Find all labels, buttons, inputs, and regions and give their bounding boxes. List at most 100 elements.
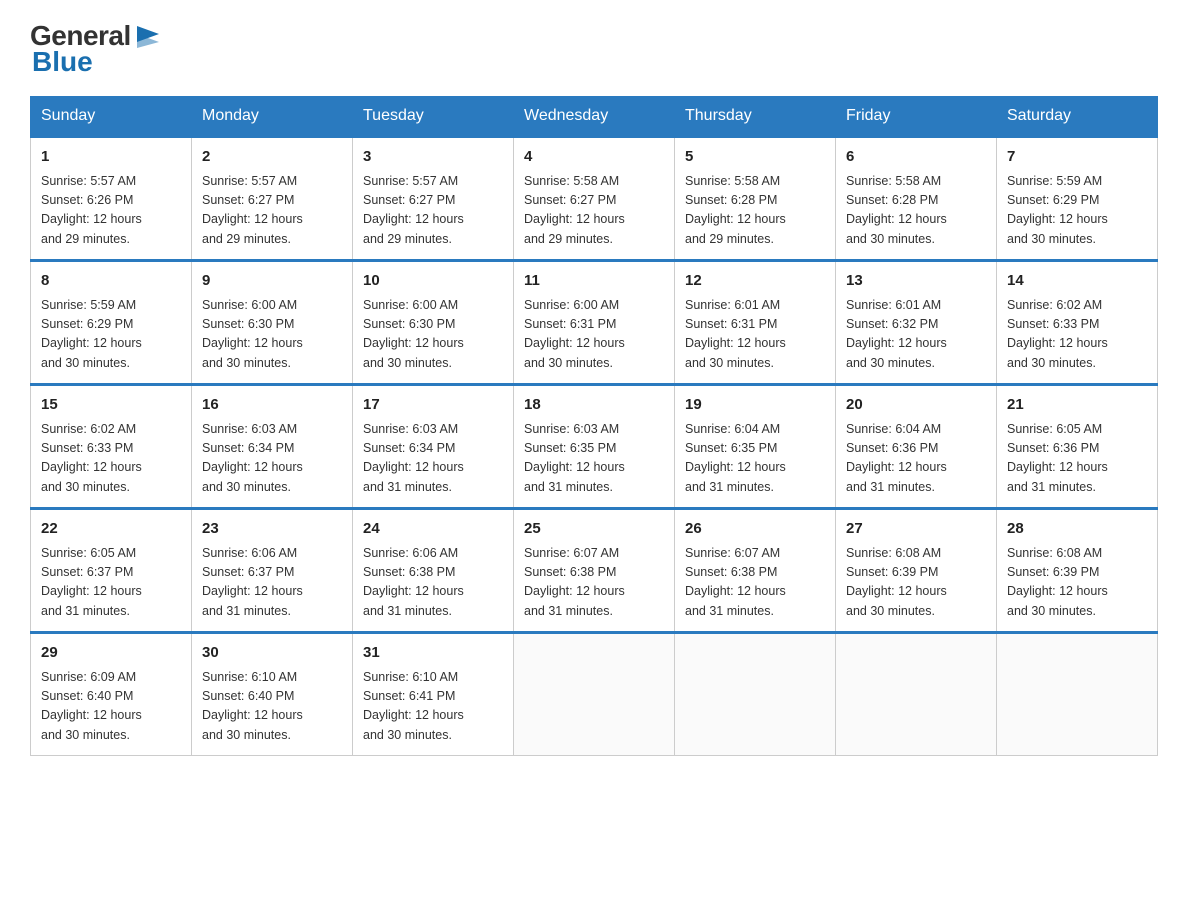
calendar-day-cell: 1Sunrise: 5:57 AMSunset: 6:26 PMDaylight…: [31, 137, 192, 261]
day-number: 22: [41, 518, 183, 541]
day-number: 20: [846, 394, 988, 417]
calendar-day-cell: 4Sunrise: 5:58 AMSunset: 6:27 PMDaylight…: [514, 137, 675, 261]
day-info: Sunrise: 6:01 AMSunset: 6:31 PMDaylight:…: [685, 296, 827, 374]
calendar-day-cell: 31 Sunrise: 6:10 AMSunset: 6:41 PMDayligh…: [353, 633, 514, 756]
logo-flag-icon: [133, 24, 161, 48]
logo: General Blue: [30, 20, 163, 78]
weekday-header-wednesday: Wednesday: [514, 97, 675, 137]
day-number: 13: [846, 270, 988, 293]
day-info: Sunrise: 6:00 AMSunset: 6:30 PMDaylight:…: [363, 296, 505, 374]
day-info: Sunrise: 6:04 AMSunset: 6:35 PMDaylight:…: [685, 420, 827, 498]
day-number: 24: [363, 518, 505, 541]
day-info: Sunrise: 6:06 AMSunset: 6:38 PMDaylight:…: [363, 544, 505, 622]
day-info: Sunrise: 6:10 AMSunset: 6:40 PMDaylight:…: [202, 668, 344, 746]
calendar-day-cell: 26 Sunrise: 6:07 AMSunset: 6:38 PMDayligh…: [675, 509, 836, 633]
calendar-day-cell: 30 Sunrise: 6:10 AMSunset: 6:40 PMDayligh…: [192, 633, 353, 756]
day-number: 25: [524, 518, 666, 541]
calendar-day-cell: 20 Sunrise: 6:04 AMSunset: 6:36 PMDayligh…: [836, 385, 997, 509]
page-header: General Blue: [30, 20, 1158, 78]
day-info: Sunrise: 5:57 AMSunset: 6:27 PMDaylight:…: [202, 172, 344, 250]
weekday-header-row: SundayMondayTuesdayWednesdayThursdayFrid…: [31, 97, 1158, 137]
day-info: Sunrise: 6:07 AMSunset: 6:38 PMDaylight:…: [524, 544, 666, 622]
calendar-day-cell: [675, 633, 836, 756]
day-number: 18: [524, 394, 666, 417]
day-number: 21: [1007, 394, 1149, 417]
weekday-header-sunday: Sunday: [31, 97, 192, 137]
day-number: 19: [685, 394, 827, 417]
day-info: Sunrise: 6:04 AMSunset: 6:36 PMDaylight:…: [846, 420, 988, 498]
day-info: Sunrise: 6:05 AMSunset: 6:37 PMDaylight:…: [41, 544, 183, 622]
calendar-day-cell: 19 Sunrise: 6:04 AMSunset: 6:35 PMDayligh…: [675, 385, 836, 509]
calendar-week-row: 22 Sunrise: 6:05 AMSunset: 6:37 PMDayligh…: [31, 509, 1158, 633]
day-number: 12: [685, 270, 827, 293]
day-info: Sunrise: 6:00 AMSunset: 6:30 PMDaylight:…: [202, 296, 344, 374]
day-number: 4: [524, 146, 666, 169]
day-number: 5: [685, 146, 827, 169]
calendar-day-cell: [836, 633, 997, 756]
weekday-header-thursday: Thursday: [675, 97, 836, 137]
calendar-day-cell: 7Sunrise: 5:59 AMSunset: 6:29 PMDaylight…: [997, 137, 1158, 261]
day-number: 9: [202, 270, 344, 293]
day-info: Sunrise: 5:59 AMSunset: 6:29 PMDaylight:…: [41, 296, 183, 374]
calendar-day-cell: 25 Sunrise: 6:07 AMSunset: 6:38 PMDayligh…: [514, 509, 675, 633]
day-info: Sunrise: 6:07 AMSunset: 6:38 PMDaylight:…: [685, 544, 827, 622]
day-number: 30: [202, 642, 344, 665]
day-number: 2: [202, 146, 344, 169]
day-number: 8: [41, 270, 183, 293]
calendar-day-cell: 11 Sunrise: 6:00 AMSunset: 6:31 PMDayligh…: [514, 261, 675, 385]
day-info: Sunrise: 6:05 AMSunset: 6:36 PMDaylight:…: [1007, 420, 1149, 498]
calendar-day-cell: 16 Sunrise: 6:03 AMSunset: 6:34 PMDayligh…: [192, 385, 353, 509]
day-info: Sunrise: 6:02 AMSunset: 6:33 PMDaylight:…: [1007, 296, 1149, 374]
day-info: Sunrise: 6:09 AMSunset: 6:40 PMDaylight:…: [41, 668, 183, 746]
day-number: 28: [1007, 518, 1149, 541]
day-info: Sunrise: 6:02 AMSunset: 6:33 PMDaylight:…: [41, 420, 183, 498]
calendar-week-row: 1Sunrise: 5:57 AMSunset: 6:26 PMDaylight…: [31, 137, 1158, 261]
calendar-day-cell: 13 Sunrise: 6:01 AMSunset: 6:32 PMDayligh…: [836, 261, 997, 385]
day-number: 15: [41, 394, 183, 417]
day-number: 14: [1007, 270, 1149, 293]
day-number: 29: [41, 642, 183, 665]
day-info: Sunrise: 6:00 AMSunset: 6:31 PMDaylight:…: [524, 296, 666, 374]
day-info: Sunrise: 5:57 AMSunset: 6:26 PMDaylight:…: [41, 172, 183, 250]
day-info: Sunrise: 5:58 AMSunset: 6:28 PMDaylight:…: [846, 172, 988, 250]
day-info: Sunrise: 6:03 AMSunset: 6:34 PMDaylight:…: [363, 420, 505, 498]
day-info: Sunrise: 6:08 AMSunset: 6:39 PMDaylight:…: [1007, 544, 1149, 622]
day-number: 23: [202, 518, 344, 541]
calendar-day-cell: 21 Sunrise: 6:05 AMSunset: 6:36 PMDayligh…: [997, 385, 1158, 509]
calendar-day-cell: 14 Sunrise: 6:02 AMSunset: 6:33 PMDayligh…: [997, 261, 1158, 385]
day-info: Sunrise: 6:10 AMSunset: 6:41 PMDaylight:…: [363, 668, 505, 746]
calendar-day-cell: 6 Sunrise: 5:58 AMSunset: 6:28 PMDaylight…: [836, 137, 997, 261]
calendar-day-cell: 24 Sunrise: 6:06 AMSunset: 6:38 PMDayligh…: [353, 509, 514, 633]
day-number: 6: [846, 146, 988, 169]
calendar-day-cell: 17 Sunrise: 6:03 AMSunset: 6:34 PMDayligh…: [353, 385, 514, 509]
day-number: 17: [363, 394, 505, 417]
day-number: 26: [685, 518, 827, 541]
day-number: 11: [524, 270, 666, 293]
calendar-day-cell: 28 Sunrise: 6:08 AMSunset: 6:39 PMDayligh…: [997, 509, 1158, 633]
calendar-day-cell: 3Sunrise: 5:57 AMSunset: 6:27 PMDaylight…: [353, 137, 514, 261]
calendar-day-cell: 18Sunrise: 6:03 AMSunset: 6:35 PMDayligh…: [514, 385, 675, 509]
calendar-table: SundayMondayTuesdayWednesdayThursdayFrid…: [30, 96, 1158, 756]
calendar-day-cell: 15 Sunrise: 6:02 AMSunset: 6:33 PMDayligh…: [31, 385, 192, 509]
calendar-day-cell: [514, 633, 675, 756]
day-number: 16: [202, 394, 344, 417]
calendar-day-cell: 9 Sunrise: 6:00 AMSunset: 6:30 PMDaylight…: [192, 261, 353, 385]
day-info: Sunrise: 5:58 AMSunset: 6:28 PMDaylight:…: [685, 172, 827, 250]
day-info: Sunrise: 6:08 AMSunset: 6:39 PMDaylight:…: [846, 544, 988, 622]
day-info: Sunrise: 6:03 AMSunset: 6:34 PMDaylight:…: [202, 420, 344, 498]
calendar-day-cell: 29 Sunrise: 6:09 AMSunset: 6:40 PMDayligh…: [31, 633, 192, 756]
calendar-day-cell: 23Sunrise: 6:06 AMSunset: 6:37 PMDayligh…: [192, 509, 353, 633]
calendar-week-row: 29 Sunrise: 6:09 AMSunset: 6:40 PMDayligh…: [31, 633, 1158, 756]
day-info: Sunrise: 6:01 AMSunset: 6:32 PMDaylight:…: [846, 296, 988, 374]
calendar-day-cell: 22 Sunrise: 6:05 AMSunset: 6:37 PMDayligh…: [31, 509, 192, 633]
calendar-day-cell: 5 Sunrise: 5:58 AMSunset: 6:28 PMDaylight…: [675, 137, 836, 261]
calendar-day-cell: 8 Sunrise: 5:59 AMSunset: 6:29 PMDaylight…: [31, 261, 192, 385]
calendar-day-cell: 12 Sunrise: 6:01 AMSunset: 6:31 PMDayligh…: [675, 261, 836, 385]
calendar-week-row: 8 Sunrise: 5:59 AMSunset: 6:29 PMDaylight…: [31, 261, 1158, 385]
calendar-day-cell: 2 Sunrise: 5:57 AMSunset: 6:27 PMDaylight…: [192, 137, 353, 261]
day-info: Sunrise: 5:57 AMSunset: 6:27 PMDaylight:…: [363, 172, 505, 250]
weekday-header-saturday: Saturday: [997, 97, 1158, 137]
calendar-day-cell: 10Sunrise: 6:00 AMSunset: 6:30 PMDayligh…: [353, 261, 514, 385]
day-number: 27: [846, 518, 988, 541]
day-number: 31: [363, 642, 505, 665]
